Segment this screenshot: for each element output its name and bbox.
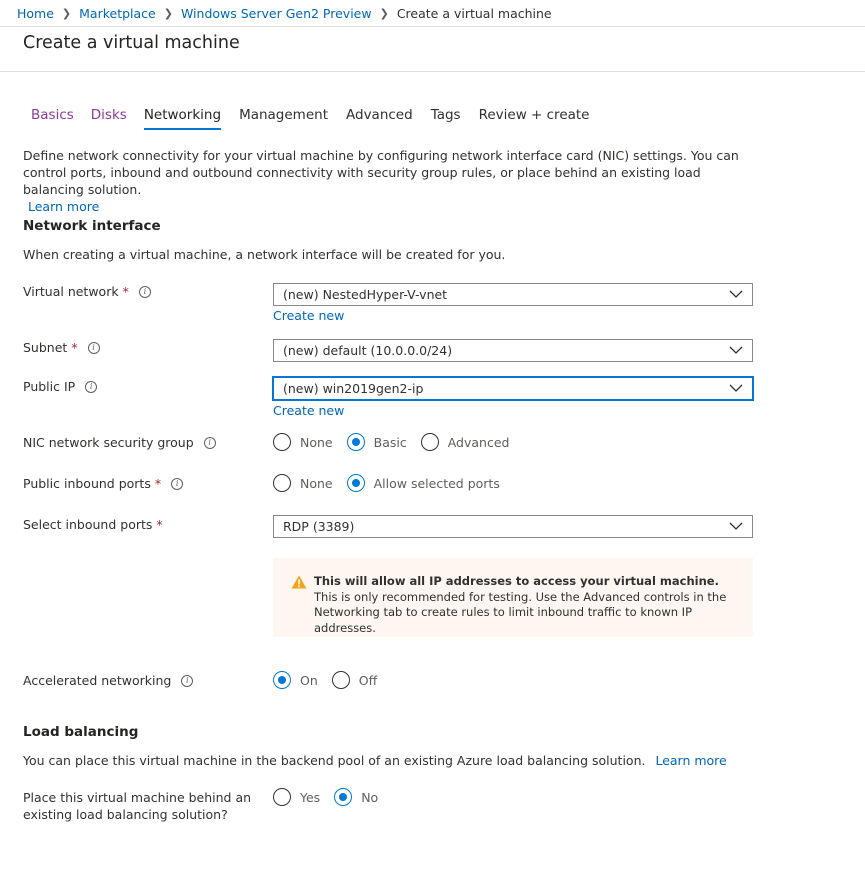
chevron-down-icon <box>729 346 743 354</box>
tab-management[interactable]: Management <box>239 107 328 130</box>
tab-tags[interactable]: Tags <box>431 107 461 130</box>
tab-review-create[interactable]: Review + create <box>479 107 590 130</box>
breadcrumb-bar: Home ❯ Marketplace ❯ Windows Server Gen2… <box>0 0 865 27</box>
subnet-label: Subnet * i <box>23 340 100 355</box>
info-icon[interactable]: i <box>171 477 184 490</box>
radio-unchecked-icon <box>420 433 439 451</box>
lb-yes-radio[interactable]: Yes <box>273 788 320 806</box>
divider <box>0 71 865 72</box>
radio-checked-icon <box>334 788 353 806</box>
info-icon[interactable]: i <box>181 674 194 687</box>
chevron-right-icon: ❯ <box>163 7 173 20</box>
learn-more-link[interactable]: Learn more <box>28 199 99 214</box>
breadcrumb: Home ❯ Marketplace ❯ Windows Server Gen2… <box>17 6 552 21</box>
nic-nsg-label: NIC network security group i <box>23 435 216 450</box>
public-ip-label: Public IP i <box>23 379 98 394</box>
radio-unchecked-icon <box>273 788 291 806</box>
accel-off-radio[interactable]: Off <box>331 671 377 689</box>
tab-advanced[interactable]: Advanced <box>346 107 413 130</box>
radio-checked-icon <box>273 671 291 689</box>
required-marker: * <box>71 340 78 355</box>
chevron-down-icon <box>729 522 743 530</box>
breadcrumb-home[interactable]: Home <box>17 6 54 21</box>
info-icon[interactable]: i <box>85 380 98 393</box>
create-new-vnet-link[interactable]: Create new <box>273 308 344 323</box>
nic-nsg-radio-group: None Basic Advanced <box>273 433 523 451</box>
accelerated-networking-radio-group: On Off <box>273 671 391 689</box>
info-icon[interactable]: i <box>138 285 151 298</box>
required-marker: * <box>122 284 129 299</box>
load-balancing-desc: You can place this virtual machine in th… <box>23 753 727 768</box>
warning-message: This will allow all IP addresses to acce… <box>273 558 753 637</box>
load-balancing-question-label: Place this virtual machine behind an exi… <box>23 790 252 822</box>
virtual-network-label: Virtual network * i <box>23 284 151 299</box>
nsg-advanced-radio[interactable]: Advanced <box>420 433 509 451</box>
wizard-tabs: Basics Disks Networking Management Advan… <box>31 107 608 130</box>
tab-basics[interactable]: Basics <box>31 107 74 130</box>
chevron-right-icon: ❯ <box>379 7 389 20</box>
radio-unchecked-icon <box>331 671 350 689</box>
inbound-allow-selected-radio[interactable]: Allow selected ports <box>346 474 500 492</box>
inbound-none-radio[interactable]: None <box>273 474 333 492</box>
info-icon[interactable]: i <box>87 341 100 354</box>
radio-unchecked-icon <box>273 433 291 451</box>
breadcrumb-current: Create a virtual machine <box>396 6 552 21</box>
virtual-network-dropdown[interactable]: (new) NestedHyper-V-vnet <box>273 283 753 306</box>
chevron-down-icon <box>729 290 743 298</box>
subnet-dropdown[interactable]: (new) default (10.0.0.0/24) <box>273 339 753 362</box>
chevron-down-icon <box>729 384 743 392</box>
required-marker: * <box>154 476 162 491</box>
radio-checked-icon <box>346 433 365 451</box>
accel-on-radio[interactable]: On <box>273 671 318 689</box>
public-inbound-ports-label: Public inbound ports * i <box>23 476 184 491</box>
intro-description: Define network connectivity for your vir… <box>23 147 743 215</box>
select-inbound-ports-label: Select inbound ports * <box>23 517 163 532</box>
breadcrumb-windows-server[interactable]: Windows Server Gen2 Preview <box>181 6 372 21</box>
tab-networking[interactable]: Networking <box>143 107 222 130</box>
load-balancing-heading: Load balancing <box>23 724 139 740</box>
accelerated-networking-label: Accelerated networking i <box>23 673 194 688</box>
load-balancing-radio-group: Yes No <box>273 788 392 806</box>
radio-checked-icon <box>346 474 365 492</box>
nsg-none-radio[interactable]: None <box>273 433 333 451</box>
public-ip-dropdown[interactable]: (new) win2019gen2-ip <box>273 377 753 400</box>
info-icon[interactable]: i <box>203 436 216 449</box>
public-inbound-ports-radio-group: None Allow selected ports <box>273 474 514 492</box>
network-interface-heading: Network interface <box>23 218 161 234</box>
required-marker: * <box>156 517 163 532</box>
chevron-right-icon: ❯ <box>61 7 72 20</box>
breadcrumb-marketplace[interactable]: Marketplace <box>79 6 156 21</box>
network-interface-desc: When creating a virtual machine, a netwo… <box>23 247 506 262</box>
warning-text: This will allow all IP addresses to acce… <box>314 574 727 635</box>
intro-text: Define network connectivity for your vir… <box>23 148 739 197</box>
nsg-basic-radio[interactable]: Basic <box>346 433 407 451</box>
warning-icon <box>291 575 307 589</box>
select-inbound-ports-dropdown[interactable]: RDP (3389) <box>273 515 753 538</box>
tab-disks[interactable]: Disks <box>91 107 127 130</box>
page-title: Create a virtual machine <box>23 33 240 53</box>
load-balancing-learn-more-link[interactable]: Learn more <box>655 753 726 768</box>
create-new-public-ip-link[interactable]: Create new <box>273 403 344 418</box>
lb-no-radio[interactable]: No <box>334 788 378 806</box>
radio-unchecked-icon <box>273 474 291 492</box>
